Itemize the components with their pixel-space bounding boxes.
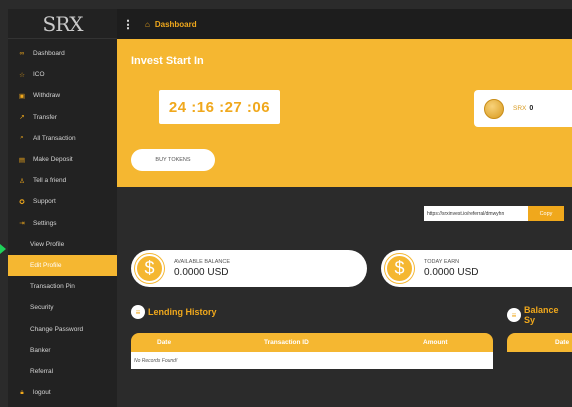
sidebar-item-transaction-pin[interactable]: Transaction Pin <box>8 276 117 297</box>
sidebar-item-label: Transfer <box>33 113 57 121</box>
speedometer-icon: ∞ <box>19 50 25 58</box>
sidebar-item-dashboard[interactable]: ∞ Dashboard <box>8 43 117 64</box>
star-icon: ☆ <box>19 71 25 79</box>
sidebar-item-security[interactable]: Security <box>8 297 117 318</box>
balance-table-header: Date <box>507 333 572 352</box>
support-icon: ✪ <box>19 198 25 206</box>
sidebar-item-view-profile[interactable]: View Profile <box>8 234 117 255</box>
sidebar-item-ico[interactable]: ☆ ICO <box>8 64 117 85</box>
sidebar-item-withdraw[interactable]: ▣ Withdraw <box>8 85 117 106</box>
sidebar-item-label: All Transaction <box>33 134 76 142</box>
dollar-icon: $ <box>135 254 164 283</box>
sidebar-item-edit-profile[interactable]: Edit Profile <box>8 254 117 277</box>
edge-arrow-icon <box>0 244 6 254</box>
top-bar: ⋮ ⌂ Dashboard <box>117 9 572 39</box>
logo-text: SRX <box>42 11 84 36</box>
sidebar-item-label: Edit Profile <box>30 261 62 269</box>
sidebar-item-logout[interactable]: 🔒︎ logout <box>8 382 117 403</box>
column-header-date: Date <box>555 339 570 346</box>
transfer-icon: ↗ <box>19 114 25 122</box>
sidebar-item-label: Referral <box>30 367 54 375</box>
lending-history-heading: ≡ Lending History <box>131 305 217 319</box>
sidebar-item-referral[interactable]: Referral <box>8 361 117 382</box>
balance-section-heading: ≡ Balance Sy <box>507 305 572 325</box>
list-icon: ≡ <box>131 305 145 319</box>
countdown-timer: 24 :16 :27 :06 <box>159 90 280 124</box>
lock-icon: 🔒︎ <box>20 388 24 396</box>
list-icon: ≡ <box>507 308 521 322</box>
sidebar-item-label: Change Password <box>30 325 84 333</box>
earn-value: 0.0000 USD <box>424 267 479 278</box>
sidebar-item-change-password[interactable]: Change Password <box>8 318 117 339</box>
coin-icon <box>484 98 504 119</box>
hero-title: Invest Start In <box>131 55 204 67</box>
sidebar-item-label: ICO <box>33 71 45 79</box>
sidebar-item-settings[interactable]: ⇥ Settings <box>8 213 117 234</box>
sidebar-item-make-deposit[interactable]: ▤ Make Deposit <box>8 149 117 170</box>
earn-label: TODAY EARN <box>424 259 460 265</box>
token-balance-card: SRX 0 <box>474 90 572 127</box>
sidebar-item-all-transaction[interactable]: ⌕ All Transaction <box>8 128 117 149</box>
section-title: Lending History <box>148 307 217 317</box>
menu-toggle-icon[interactable]: ⋮ <box>117 18 139 31</box>
lending-history-table: Date Transaction ID Amount No Records Fo… <box>131 333 493 369</box>
table-header: Date Transaction ID Amount <box>131 333 493 352</box>
dashboard-icon: ⌂ <box>145 19 150 29</box>
sidebar-item-transfer[interactable]: ↗ Transfer <box>8 107 117 128</box>
copy-button[interactable]: Copy <box>528 206 564 221</box>
wallet-icon: ▣ <box>18 92 26 100</box>
sidebar-item-support[interactable]: ✪ Support <box>8 191 117 212</box>
app-window: SRX ∞ Dashboard ☆ ICO ▣ Withdraw ↗ Transfer … <box>0 0 572 407</box>
balance-label: AVAILABLE BALANCE <box>174 259 231 265</box>
user-icon: ♙ <box>19 177 25 185</box>
sidebar-item-banker[interactable]: Banker <box>8 340 117 361</box>
available-balance-card: $ AVAILABLE BALANCE 0.0000 USD <box>131 250 367 287</box>
sidebar-item-label: Security <box>30 304 54 312</box>
sidebar-item-label: Tell a friend <box>33 177 67 185</box>
sidebar-item-label: Dashboard <box>33 50 65 58</box>
column-header-transaction-id: Transaction ID <box>264 339 309 346</box>
today-earn-card: $ TODAY EARN 0.0000 USD <box>381 250 572 287</box>
signin-icon: ⇥ <box>19 220 25 228</box>
sidebar-item-label: Make Deposit <box>33 156 73 164</box>
column-header-date: Date <box>157 339 172 346</box>
column-header-amount: Amount <box>423 339 448 346</box>
buy-tokens-button[interactable]: BUY TOKENS <box>131 149 215 171</box>
sidebar-item-label: Support <box>33 198 56 206</box>
sidebar-item-label: Transaction Pin <box>30 283 75 291</box>
sidebar-item-label: Banker <box>30 346 51 354</box>
balance-value: 0.0000 USD <box>174 267 229 278</box>
sidebar-item-label: Withdraw <box>33 92 61 100</box>
sidebar-item-label: Settings <box>33 219 57 227</box>
sidebar-item-tell-a-friend[interactable]: ♙ Tell a friend <box>8 170 117 191</box>
token-balance: 0 <box>529 105 534 112</box>
referral-link-group: Copy <box>424 206 564 221</box>
search-icon: ⌕ <box>20 134 24 142</box>
sidebar-item-label: View Profile <box>30 240 65 248</box>
sidebar-item-label: logout <box>33 389 51 397</box>
deposit-icon: ▤ <box>18 156 26 164</box>
referral-link-input[interactable] <box>424 206 528 221</box>
invest-hero: Invest Start In 24 :16 :27 :06 BUY TOKEN… <box>117 39 572 187</box>
token-label: SRX <box>513 105 527 112</box>
empty-row: No Records Found! <box>131 352 493 369</box>
sidebar: SRX ∞ Dashboard ☆ ICO ▣ Withdraw ↗ Transfer … <box>8 9 117 407</box>
dollar-icon: $ <box>385 254 414 283</box>
logo[interactable]: SRX <box>8 9 117 39</box>
sidebar-nav: ∞ Dashboard ☆ ICO ▣ Withdraw ↗ Transfer ⌕ All… <box>8 43 117 403</box>
section-title: Balance Sy <box>524 305 559 325</box>
page-title: Dashboard <box>154 19 197 29</box>
